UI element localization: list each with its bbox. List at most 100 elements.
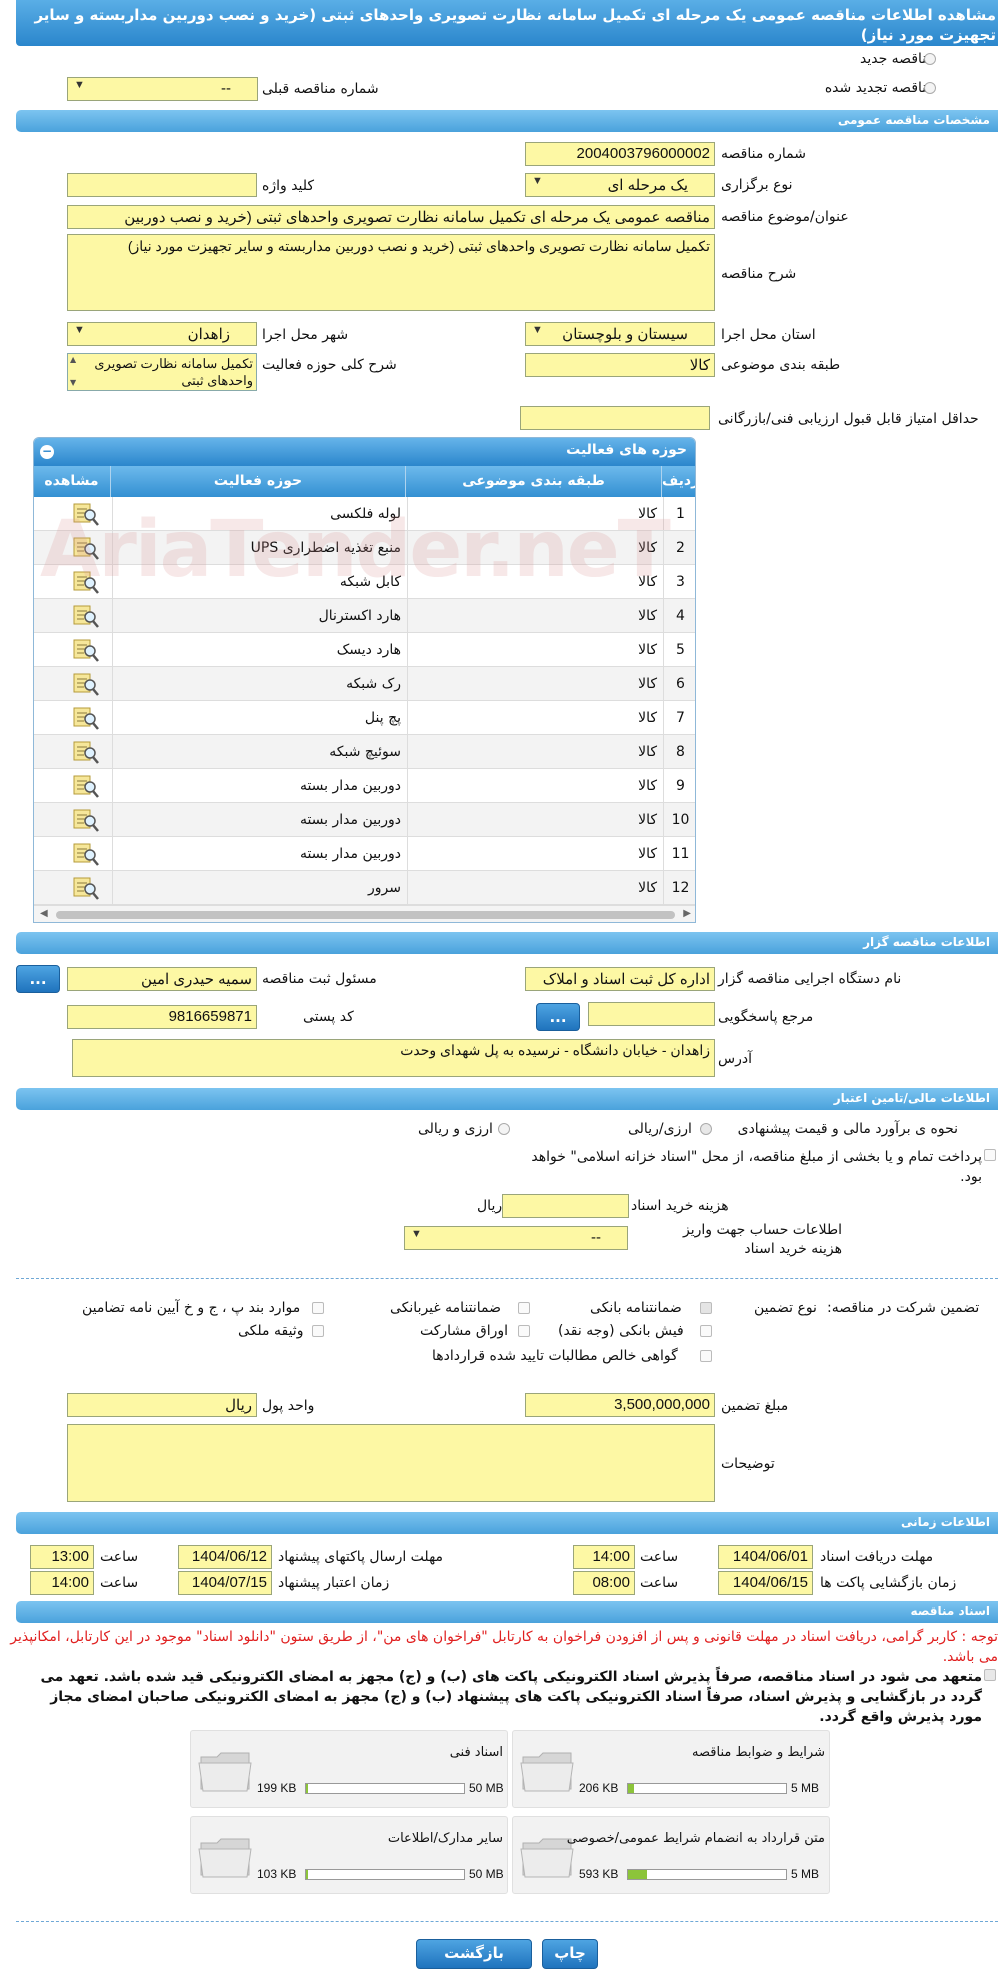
scroll-down-icon[interactable]: ▼ [70, 378, 76, 387]
view-details-icon[interactable] [72, 705, 100, 731]
row-field: هارد دیسک [112, 633, 407, 667]
document-size: 206 KB [579, 1781, 619, 1795]
folder-icon [197, 1831, 253, 1885]
scroll-right-icon[interactable]: ▶ [683, 908, 691, 919]
registrar-lookup-button[interactable]: ... [16, 965, 60, 993]
document-size: 593 KB [579, 1867, 619, 1881]
collapse-icon[interactable]: − [40, 445, 54, 459]
view-details-icon[interactable] [72, 637, 100, 663]
currency-rial-radio[interactable] [498, 1123, 510, 1135]
min-score-field[interactable] [520, 406, 710, 430]
folder-icon [197, 1745, 253, 1799]
print-button[interactable]: چاپ [542, 1939, 598, 1969]
row-number: 9 [663, 769, 695, 803]
new-tender-radio[interactable] [924, 53, 936, 65]
reference-lookup-button[interactable]: ... [536, 1003, 580, 1031]
row-number: 5 [663, 633, 695, 667]
renewed-tender-radio[interactable] [924, 82, 936, 94]
document-card[interactable]: متن قرارداد به انضمام شرایط عمومی/خصوصی 5… [512, 1816, 830, 1894]
province-select[interactable]: سیستان و بلوچستان ▼ [525, 322, 715, 346]
previous-tender-select[interactable]: -- ▼ [67, 77, 258, 101]
account-select[interactable]: -- ▼ [404, 1226, 628, 1250]
upload-progress [305, 1869, 465, 1880]
row-view-cell [34, 633, 112, 667]
chevron-down-icon: ▼ [411, 1228, 422, 1240]
valid-time-label: ساعت [100, 1575, 139, 1591]
bank-guarantee-label: ضمانتنامه بانکی [590, 1300, 682, 1316]
documents-notice: توجه : کاربر گرامی، دریافت اسناد در مهلت… [10, 1629, 998, 1665]
registrar-label: مسئول ثبت مناقصه [262, 971, 377, 987]
subject-field: مناقصه عمومی یک مرحله ای تکمیل سامانه نظ… [67, 205, 715, 229]
document-card[interactable]: سایر مدارک/اطلاعات 103 KB 50 MB [190, 1816, 508, 1894]
general-section-header: مشخصات مناقصه عمومی [16, 110, 998, 132]
guarantee-type-label: نوع تضمین [754, 1300, 817, 1316]
agency-field: اداره کل ثبت اسناد و املاک [525, 967, 715, 991]
holding-type-value: یک مرحله ای [607, 177, 688, 194]
row-field: سوئیچ شبکه [112, 735, 407, 769]
horizontal-scrollbar[interactable]: ◀ ▶ [34, 905, 695, 922]
clauses-checkbox[interactable] [312, 1302, 324, 1314]
document-card[interactable]: شرایط و ضوابط مناقصه 206 KB 5 MB [512, 1730, 830, 1808]
upload-progress [627, 1869, 787, 1880]
notes-field [67, 1424, 715, 1502]
row-field: سرور [112, 871, 407, 905]
reference-field[interactable] [588, 1002, 715, 1026]
claims-checkbox[interactable] [700, 1350, 712, 1362]
treasury-checkbox[interactable] [984, 1149, 996, 1161]
category-label: طبقه بندی موضوعی [721, 357, 841, 373]
document-max-size: 50 MB [469, 1781, 504, 1795]
view-details-icon[interactable] [72, 773, 100, 799]
documents-section-header: اسناد مناقصه [16, 1601, 998, 1623]
upload-progress-fill [306, 1870, 308, 1879]
view-details-icon[interactable] [72, 807, 100, 833]
city-select[interactable]: زاهدان ▼ [67, 322, 257, 346]
property-checkbox[interactable] [312, 1325, 324, 1337]
holding-type-select[interactable]: یک مرحله ای ▼ [525, 173, 715, 197]
keyword-label: کلید واژه [262, 178, 315, 194]
view-details-icon[interactable] [72, 841, 100, 867]
scrollbar-thumb[interactable] [56, 911, 675, 919]
col-header-view: مشاهده [34, 466, 110, 497]
scroll-up-icon[interactable]: ▲ [70, 355, 76, 364]
claims-label: گواهی خالص مطالبات تایید شده قراردادها [432, 1348, 678, 1364]
property-label: وثیقه ملکی [238, 1323, 304, 1339]
upload-progress-fill [306, 1784, 308, 1793]
row-number: 6 [663, 667, 695, 701]
activity-desc-box[interactable]: تکمیل سامانه نظارت تصویری واحدهای ثبتی ▲… [67, 353, 257, 391]
doc-cost-unit: ریال [477, 1198, 503, 1214]
keyword-field[interactable] [67, 173, 257, 197]
previous-tender-label: شماره مناقصه قبلی [262, 81, 379, 97]
view-details-icon[interactable] [72, 739, 100, 765]
row-category: کالا [407, 735, 663, 769]
row-category: کالا [407, 837, 663, 871]
bonds-checkbox[interactable] [518, 1325, 530, 1337]
cheque-checkbox[interactable] [700, 1325, 712, 1337]
row-number: 7 [663, 701, 695, 735]
row-view-cell [34, 769, 112, 803]
renewed-tender-label: مناقصه تجدید شده [824, 80, 934, 96]
divider [16, 1921, 998, 1922]
city-label: شهر محل اجرا [262, 327, 349, 343]
amount-label: مبلغ تضمین [721, 1398, 789, 1414]
watermark: AriaTender.neT [40, 505, 671, 595]
view-details-icon[interactable] [72, 875, 100, 901]
row-number: 4 [663, 599, 695, 633]
address-field: زاهدان - خیابان دانشگاه - نرسیده به پل ش… [72, 1039, 715, 1077]
scroll-left-icon[interactable]: ◀ [40, 908, 48, 919]
nonbank-guarantee-checkbox[interactable] [518, 1302, 530, 1314]
send-date-field: 1404/06/12 [178, 1545, 272, 1569]
bank-guarantee-checkbox[interactable] [700, 1302, 712, 1314]
view-details-icon[interactable] [72, 671, 100, 697]
rial-radio[interactable] [700, 1123, 712, 1135]
back-button[interactable]: بازگشت [416, 1939, 532, 1969]
commitment-checkbox[interactable] [984, 1669, 996, 1681]
row-view-cell [34, 803, 112, 837]
valid-date-field: 1404/07/15 [178, 1571, 272, 1595]
document-card[interactable]: اسناد فنی 199 KB 50 MB [190, 1730, 508, 1808]
row-category: کالا [407, 701, 663, 735]
row-view-cell [34, 667, 112, 701]
description-field: تکمیل سامانه نظارت تصویری واحدهای ثبتی (… [67, 234, 715, 311]
divider [16, 1278, 998, 1279]
previous-tender-value: -- [221, 80, 231, 97]
folder-icon [519, 1745, 575, 1799]
